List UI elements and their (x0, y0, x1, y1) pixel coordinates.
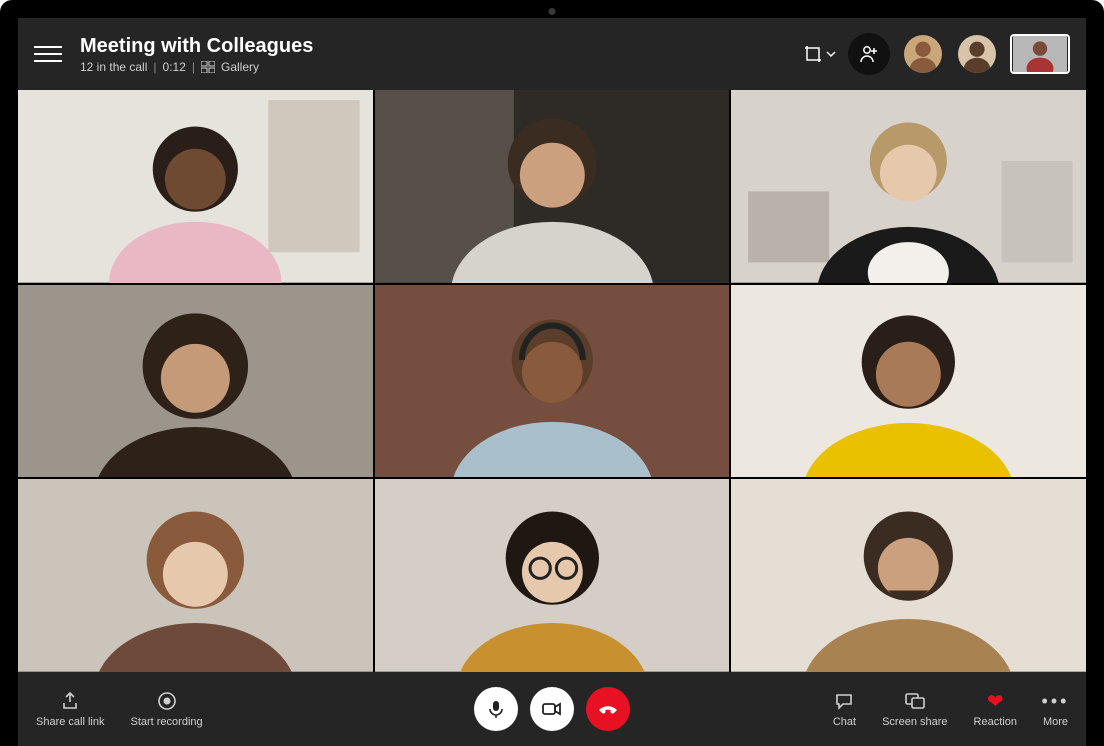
hang-up-icon (596, 697, 620, 721)
header-right (804, 33, 1070, 75)
more-button[interactable]: ••• More (1043, 690, 1068, 728)
record-label: Start recording (130, 716, 202, 728)
hang-up-button[interactable] (586, 687, 630, 731)
record-button[interactable]: Start recording (130, 690, 202, 728)
video-tile-7[interactable] (18, 479, 373, 672)
video-tile-3[interactable] (731, 90, 1086, 283)
app-screen: Meeting with Colleagues 12 in the call |… (18, 18, 1086, 746)
share-link-label: Share call link (36, 716, 104, 728)
video-tile-6[interactable] (731, 285, 1086, 478)
heart-icon: ❤ (984, 690, 1006, 712)
call-subtitle: 12 in the call | 0:12 | Gallery (80, 60, 313, 74)
video-grid (18, 90, 1086, 672)
gallery-view-icon (201, 61, 215, 73)
participant-thumb-2[interactable] (956, 33, 998, 75)
separator: | (153, 60, 156, 74)
participant-thumb-1[interactable] (902, 33, 944, 75)
chat-icon (833, 690, 855, 712)
controls-center (474, 687, 630, 731)
layout-dropdown[interactable] (804, 45, 836, 63)
call-header: Meeting with Colleagues 12 in the call |… (18, 18, 1086, 90)
video-tile-4[interactable] (18, 285, 373, 478)
mic-toggle-button[interactable] (474, 687, 518, 731)
screen-share-label: Screen share (882, 716, 947, 728)
monitor-frame: Meeting with Colleagues 12 in the call |… (0, 0, 1104, 746)
camera-toggle-button[interactable] (530, 687, 574, 731)
share-link-button[interactable]: Share call link (36, 690, 104, 728)
reaction-button[interactable]: ❤ Reaction (974, 690, 1017, 728)
call-duration: 0:12 (163, 60, 186, 74)
screen-share-icon (904, 690, 926, 712)
add-person-button[interactable] (848, 33, 890, 75)
call-title: Meeting with Colleagues (80, 35, 313, 57)
chat-label: Chat (833, 716, 856, 728)
webcam-indicator (549, 8, 556, 15)
view-mode-label: Gallery (221, 60, 259, 74)
call-controls-bar: Share call link Start recording (18, 672, 1086, 746)
video-tile-1[interactable] (18, 90, 373, 283)
screen-share-button[interactable]: Screen share (882, 690, 947, 728)
video-tile-9[interactable] (731, 479, 1086, 672)
video-tile-2[interactable] (375, 90, 730, 283)
reaction-label: Reaction (974, 716, 1017, 728)
chevron-down-icon (826, 49, 836, 59)
record-icon (156, 690, 178, 712)
share-icon (59, 690, 81, 712)
crop-icon (804, 45, 822, 63)
participant-thumb-3[interactable] (1010, 34, 1070, 74)
controls-right: Chat Screen share ❤ Reaction ••• More (833, 690, 1068, 728)
participant-count: 12 in the call (80, 60, 147, 74)
separator: | (192, 60, 195, 74)
more-label: More (1043, 716, 1068, 728)
microphone-icon (486, 699, 506, 719)
video-tile-8[interactable] (375, 479, 730, 672)
chat-button[interactable]: Chat (833, 690, 856, 728)
camera-icon (541, 699, 563, 719)
more-icon: ••• (1044, 690, 1066, 712)
menu-button[interactable] (34, 40, 62, 68)
controls-left: Share call link Start recording (36, 690, 203, 728)
add-person-icon (859, 44, 879, 64)
video-tile-5[interactable] (375, 285, 730, 478)
call-title-block: Meeting with Colleagues 12 in the call |… (80, 35, 313, 74)
